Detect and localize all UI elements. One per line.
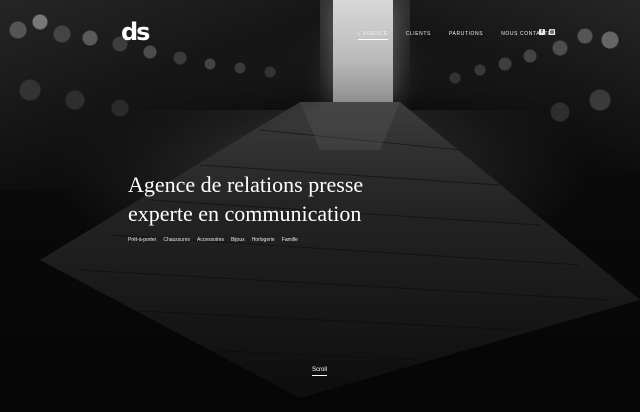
category-horlogerie[interactable]: Horlogerie [252,237,275,243]
scroll-link[interactable]: Scroll [312,367,328,376]
facebook-icon[interactable]: f [539,29,545,35]
audience-left [0,0,320,190]
category-pret-a-porter[interactable]: Prêt-à-porter [128,237,156,243]
hero-headline: Agence de relations presse experte en co… [128,170,428,228]
nav-item-parutions[interactable]: PARUTIONS [449,31,483,39]
headline-line-2: experte en communication [128,201,362,226]
nav-item-agence[interactable]: L'AGENCE [358,31,388,40]
category-accessoires[interactable]: Accessoires [197,237,224,243]
category-famille[interactable]: Famille [282,237,298,243]
instagram-icon[interactable]: ◎ [549,29,555,35]
headline-line-1: Agence de relations presse [128,172,364,197]
nav-item-clients[interactable]: CLIENTS [406,31,431,39]
hero-section: ds L'AGENCE CLIENTS PARUTIONS NOUS CONTA… [0,0,640,412]
audience-right [410,0,640,170]
social-links: f ◎ [539,29,555,35]
logo[interactable]: ds [121,20,150,46]
category-bijoux[interactable]: Bijoux [231,237,245,243]
category-links: Prêt-à-porter Chaussures Accessoires Bij… [128,237,298,243]
category-chaussures[interactable]: Chaussures [163,237,190,243]
main-nav: L'AGENCE CLIENTS PARUTIONS NOUS CONTACTE… [358,29,556,41]
